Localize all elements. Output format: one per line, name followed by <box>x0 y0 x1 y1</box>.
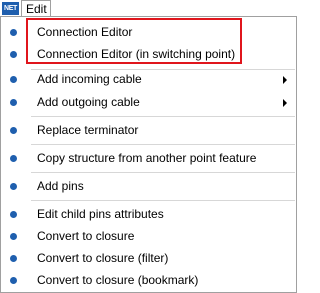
bullet-icon <box>10 255 17 262</box>
menu-item-copy-structure[interactable]: Copy structure from another point featur… <box>1 147 296 169</box>
menu-item-label: Edit child pins attributes <box>37 207 164 221</box>
bullet-icon <box>10 277 17 284</box>
menu-item-label: Add pins <box>37 179 84 193</box>
menu-item-label: Add outgoing cable <box>37 95 140 109</box>
bullet-icon <box>10 183 17 190</box>
menu-separator <box>31 200 295 201</box>
menu-item-label: Convert to closure (filter) <box>37 251 169 265</box>
annotation-highlight-box <box>26 18 242 64</box>
menu-item-edit-child-pins[interactable]: Edit child pins attributes <box>1 203 296 225</box>
bullet-icon <box>10 233 17 240</box>
menu-item-add-outgoing-cable[interactable]: Add outgoing cable <box>1 91 296 113</box>
bullet-icon <box>10 99 17 106</box>
menu-edit[interactable]: Edit <box>21 0 51 17</box>
menu-item-convert-to-closure[interactable]: Convert to closure <box>1 225 296 247</box>
app-logo-icon: NET <box>2 2 19 15</box>
menu-item-label: Convert to closure <box>37 229 135 243</box>
menu-item-replace-terminator[interactable]: Replace terminator <box>1 119 296 141</box>
menu-item-convert-to-closure-bookmark[interactable]: Convert to closure (bookmark) <box>1 269 296 291</box>
menu-item-add-pins[interactable]: Add pins <box>1 175 296 197</box>
menu-item-add-incoming-cable[interactable]: Add incoming cable <box>1 68 296 90</box>
bullet-icon <box>10 211 17 218</box>
menu-item-label: Convert to closure (bookmark) <box>37 273 199 287</box>
menu-bar: NET Edit <box>0 0 297 17</box>
menu-separator <box>31 116 295 117</box>
submenu-arrow-icon <box>283 76 287 84</box>
menu-item-convert-to-closure-filter[interactable]: Convert to closure (filter) <box>1 247 296 269</box>
menu-separator <box>31 172 295 173</box>
menu-separator <box>31 144 295 145</box>
bullet-icon <box>10 51 17 58</box>
menu-item-label: Replace terminator <box>37 123 139 137</box>
bullet-icon <box>10 29 17 36</box>
menu-item-label: Copy structure from another point featur… <box>37 151 257 165</box>
bullet-icon <box>10 127 17 134</box>
menu-item-label: Add incoming cable <box>37 72 142 86</box>
bullet-icon <box>10 155 17 162</box>
submenu-arrow-icon <box>283 99 287 107</box>
bullet-icon <box>10 76 17 83</box>
